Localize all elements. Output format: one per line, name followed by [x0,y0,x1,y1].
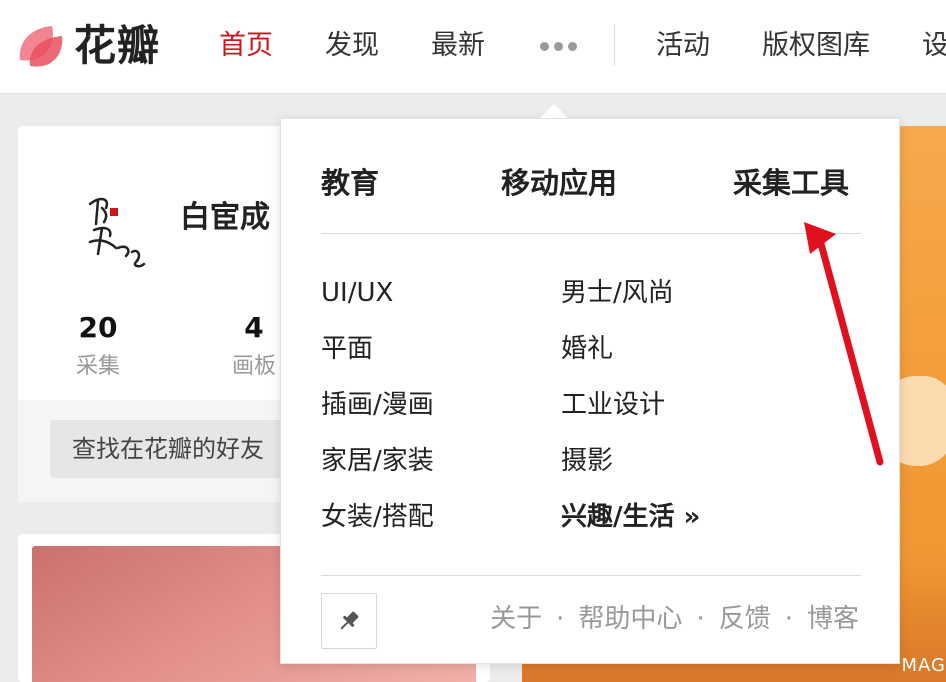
pin-menu-button[interactable] [321,593,377,649]
category-industrial-design[interactable]: 工业设计 [561,387,665,423]
dropdown-footer-links: 关于 · 帮助中心 · 反馈 · 博客 [490,599,859,639]
dropdown-caret [540,104,568,118]
more-menu-button[interactable] [540,26,577,66]
logo-text: 花瓣 [74,21,161,70]
category-interests-life[interactable]: 兴趣/生活 » [561,499,700,535]
nav-settings-partial[interactable]: 设 [922,26,946,66]
avatar[interactable] [76,178,176,278]
category-illustration[interactable]: 插画/漫画 [321,387,434,423]
category-mens-fashion[interactable]: 男士/风尚 [561,275,674,311]
category-womens-fashion[interactable]: 女装/搭配 [321,499,434,535]
footer-link-help-center[interactable]: 帮助中心 [578,599,682,639]
red-arrow-annotation-icon [804,222,884,466]
dropdown-divider [321,575,861,576]
footer-link-about[interactable]: 关于 [490,599,542,639]
link-education[interactable]: 教育 [321,163,379,203]
ellipsis-dot [554,41,563,51]
category-photography[interactable]: 摄影 [561,443,613,479]
link-collect-tool[interactable]: 采集工具 [733,163,849,203]
category-ui-ux[interactable]: UI/UX [321,275,393,311]
ellipsis-icon [540,41,549,51]
petal-logo-icon [16,20,68,72]
mag-label: MAG [901,655,946,676]
footer-link-blog[interactable]: 博客 [807,599,859,639]
nav-discover[interactable]: 发现 [325,26,379,66]
category-home-decor[interactable]: 家居/家装 [321,443,434,479]
category-graphic[interactable]: 平面 [321,331,373,367]
nav-latest[interactable]: 最新 [431,26,485,66]
stat-value: 20 [78,311,118,344]
link-mobile-apps[interactable]: 移动应用 [501,163,617,203]
nav-copyright-gallery[interactable]: 版权图库 [762,26,870,66]
nav-activity[interactable]: 活动 [656,26,710,66]
stat-collections[interactable]: 20 采集 [38,310,158,384]
calligraphy-avatar-icon [88,197,146,268]
top-nav-bar: 花瓣 首页 发现 最新 活动 版权图库 设 [0,0,946,94]
footer-separator: · [556,604,565,634]
nav-home[interactable]: 首页 [219,26,273,66]
logo[interactable]: 花瓣 [16,20,160,72]
stat-label: 采集 [75,354,120,379]
category-wedding[interactable]: 婚礼 [561,331,613,367]
ellipsis-dot [568,41,577,51]
nav-divider [614,24,615,66]
profile-name[interactable]: 白宦成 [180,192,270,236]
pushpin-icon [340,611,359,630]
footer-link-feedback[interactable]: 反馈 [719,599,771,639]
footer-separator: · [784,604,793,634]
footer-separator: · [696,604,705,634]
